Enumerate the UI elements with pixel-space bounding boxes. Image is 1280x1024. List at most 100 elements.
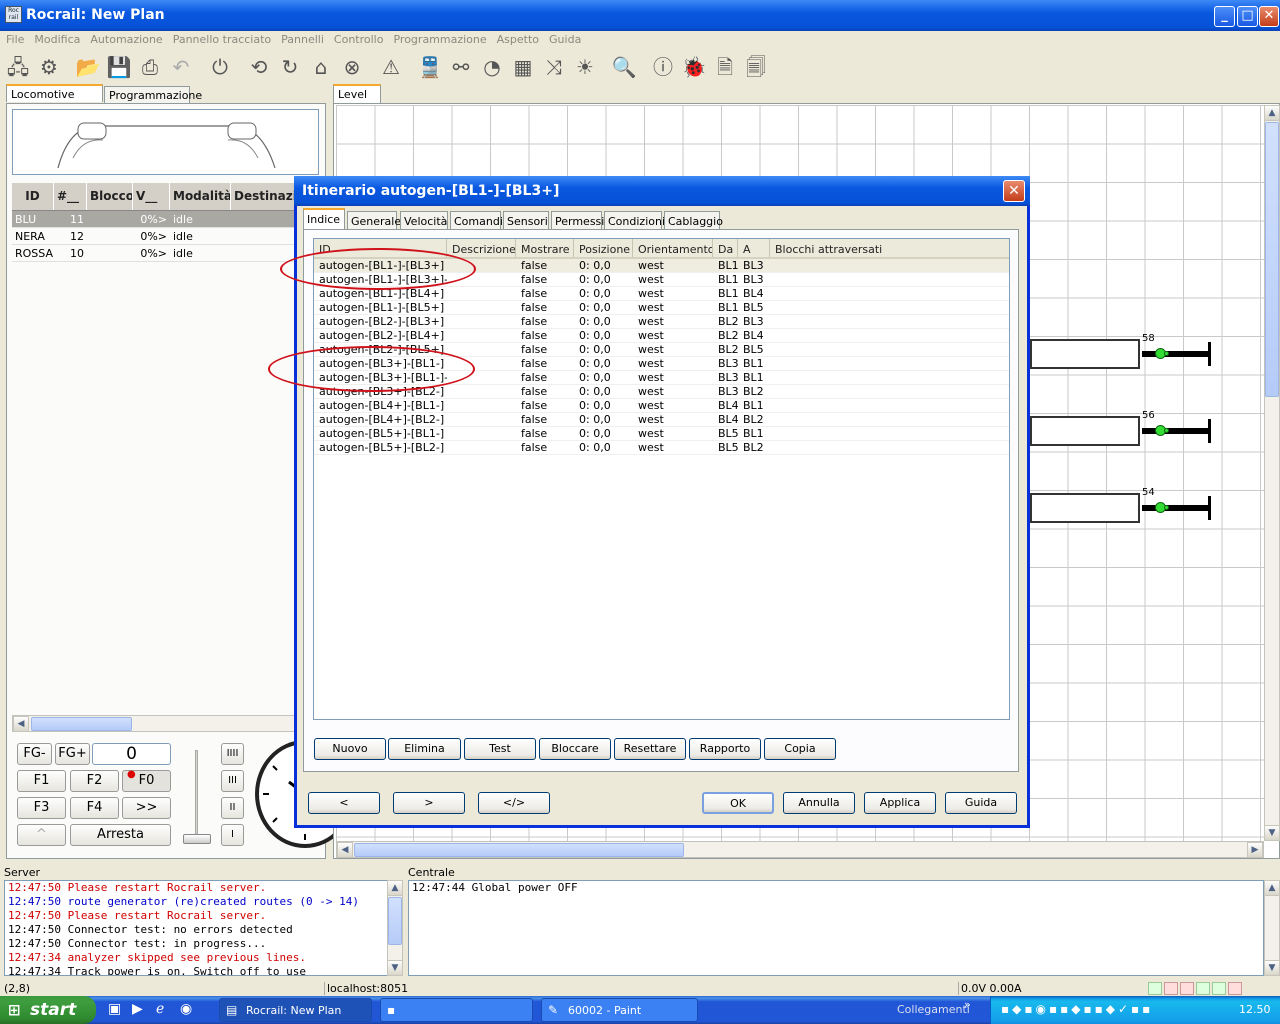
menu-file[interactable]: File bbox=[0, 31, 28, 46]
f1-button[interactable]: F1 bbox=[17, 770, 66, 792]
route-row[interactable]: autogen-[BL5+]-[BL1-] false 0: 0,0 west BL5 B… bbox=[314, 427, 1009, 441]
speed-step-2-button[interactable]: II bbox=[221, 797, 244, 819]
col-from[interactable]: Da bbox=[713, 239, 738, 257]
fg-minus-button[interactable]: FG- bbox=[17, 743, 52, 765]
col-position[interactable]: Posizione bbox=[574, 239, 633, 257]
dialog-title-bar[interactable]: Itinerario autogen-[BL1-]-[BL3+] ✕ bbox=[294, 176, 1030, 206]
delete-button[interactable]: Elimina bbox=[388, 738, 461, 760]
next-button[interactable]: > bbox=[393, 792, 465, 814]
scroll-right-icon[interactable]: ▶ bbox=[1247, 842, 1263, 858]
lock-button[interactable]: Bloccare bbox=[539, 738, 611, 760]
tab-level-0[interactable]: Level 0 bbox=[333, 84, 381, 114]
col-num[interactable]: #__ bbox=[54, 183, 87, 210]
scrollbar-thumb[interactable] bbox=[354, 843, 684, 857]
ok-button[interactable]: OK bbox=[702, 792, 774, 814]
cancel-button[interactable]: Annulla bbox=[783, 792, 855, 814]
previous-button[interactable]: < bbox=[308, 792, 380, 814]
col-description[interactable]: Descrizione bbox=[447, 239, 516, 257]
f4-button[interactable]: F4 bbox=[70, 797, 119, 819]
warning-icon[interactable]: ⚠ bbox=[377, 53, 405, 81]
minimize-button[interactable]: _ bbox=[1214, 6, 1235, 27]
stop-icon[interactable]: ⊗ bbox=[338, 53, 366, 81]
tab-active-locos[interactable]: Locomotive attive bbox=[6, 84, 103, 114]
f0-button[interactable]: ● F0 bbox=[122, 769, 171, 792]
xml-button[interactable]: </> bbox=[478, 792, 550, 814]
menu-panels[interactable]: Pannelli bbox=[275, 31, 328, 46]
speed-slider-thumb[interactable] bbox=[183, 834, 211, 844]
route-row[interactable]: autogen-[BL5+]-[BL2-] false 0: 0,0 west BL5 B… bbox=[314, 441, 1009, 455]
f3-button[interactable]: F3 bbox=[17, 797, 66, 819]
copy-button[interactable]: Copia bbox=[764, 738, 836, 760]
menu-edit[interactable]: Modifica bbox=[28, 31, 84, 46]
media-player-icon[interactable]: ▶ bbox=[132, 1001, 143, 1017]
apply-button[interactable]: Applica bbox=[864, 792, 936, 814]
browser-icon[interactable]: ℯ bbox=[156, 1001, 164, 1017]
scroll-down-icon[interactable]: ▼ bbox=[1264, 960, 1280, 976]
tab-index[interactable]: Indice bbox=[303, 208, 345, 230]
menu-plan-panel[interactable]: Pannello tracciato bbox=[167, 31, 275, 46]
scroll-left-icon[interactable]: ◀ bbox=[337, 842, 353, 858]
network-icon[interactable]: 🖧 bbox=[4, 53, 32, 81]
scroll-up-icon[interactable]: ▲ bbox=[1264, 105, 1280, 121]
title-bar[interactable]: Roc rail Rocrail: New Plan _ □ ✕ bbox=[0, 0, 1280, 31]
col-id[interactable]: ID bbox=[12, 183, 54, 210]
search-icon[interactable]: 🔍 bbox=[610, 53, 638, 81]
scroll-up-icon[interactable]: ▲ bbox=[1264, 880, 1280, 896]
menu-help[interactable]: Guida bbox=[543, 31, 585, 46]
scroll-left-icon[interactable]: ◀ bbox=[13, 716, 29, 732]
signal[interactable]: 54 bbox=[1142, 487, 1214, 520]
central-log[interactable]: 12:47:44 Global power OFF bbox=[408, 880, 1264, 976]
route-row[interactable]: autogen-[BL4+]-[BL1-] false 0: 0,0 west BL4 B… bbox=[314, 399, 1009, 413]
reset-button[interactable]: Resettare bbox=[614, 738, 686, 760]
gear-icon[interactable]: ⚙ bbox=[35, 53, 63, 81]
tab-programming[interactable]: Programmazione bbox=[104, 86, 202, 104]
report-button[interactable]: Rapporto bbox=[689, 738, 761, 760]
col-mode[interactable]: Modalità bbox=[170, 183, 231, 210]
bug-icon[interactable]: 🐞 bbox=[680, 53, 708, 81]
chevron-right-icon[interactable]: » bbox=[964, 998, 971, 1011]
fg-plus-button[interactable]: FG+ bbox=[55, 743, 90, 765]
home-icon[interactable]: ⌂ bbox=[307, 53, 335, 81]
save-icon[interactable]: 💾 bbox=[105, 53, 133, 81]
loco-table-scrollbar[interactable]: ◀ bbox=[12, 715, 295, 732]
menu-view[interactable]: Aspetto bbox=[491, 31, 543, 46]
route-row[interactable]: autogen-[BL4+]-[BL2-] false 0: 0,0 west BL4 B… bbox=[314, 413, 1009, 427]
menu-automation[interactable]: Automazione bbox=[84, 31, 166, 46]
turnout-icon[interactable]: ⚯ bbox=[447, 53, 475, 81]
loco-row[interactable]: BLU 11 0%> idle bbox=[12, 211, 326, 228]
tray-icons[interactable]: ▪◆▪◉▪▪◆▪▪◆✓▪▪ bbox=[1001, 1002, 1153, 1016]
speed-step-3-button[interactable]: III bbox=[221, 770, 244, 792]
close-button[interactable]: ✕ bbox=[1259, 6, 1279, 27]
speed-slider[interactable] bbox=[183, 750, 211, 846]
server-log-scrollbar[interactable]: ▲ ▼ bbox=[387, 880, 403, 976]
light-icon[interactable]: ☀ bbox=[571, 53, 599, 81]
pages-icon[interactable]: 🗐 bbox=[742, 53, 770, 81]
chrome-icon[interactable]: ◉ bbox=[180, 1001, 192, 1017]
refresh-icon[interactable]: ↻ bbox=[276, 53, 304, 81]
route-row[interactable]: autogen-[BL2-]-[BL3+] false 0: 0,0 west BL2 B… bbox=[314, 315, 1009, 329]
scrollbar-thumb[interactable] bbox=[1265, 122, 1279, 397]
speed-step-4-button[interactable]: IIII bbox=[221, 743, 244, 765]
tab-commands[interactable]: Comandi bbox=[450, 211, 503, 230]
f2-button[interactable]: F2 bbox=[70, 770, 119, 792]
task-console[interactable]: ▪ bbox=[380, 998, 533, 1022]
col-speed[interactable]: V__ bbox=[133, 183, 170, 210]
tab-sensors[interactable]: Sensori bbox=[503, 211, 549, 230]
maximize-button[interactable]: □ bbox=[1237, 6, 1258, 27]
document-icon[interactable]: 🗎 bbox=[711, 53, 739, 81]
col-blocks[interactable]: Blocchi attraversati bbox=[770, 239, 1009, 257]
power-icon[interactable]: ⏻ bbox=[206, 53, 234, 81]
gauge-icon[interactable]: ◔ bbox=[478, 53, 506, 81]
route-row[interactable]: autogen-[BL1-]-[BL4+] false 0: 0,0 west BL1 B… bbox=[314, 287, 1009, 301]
task-paint[interactable]: ✎ 60002 - Paint bbox=[541, 998, 698, 1022]
plan-vscrollbar[interactable]: ▲ ▼ bbox=[1264, 105, 1280, 841]
grid-icon[interactable]: ▦ bbox=[509, 53, 537, 81]
signal[interactable]: 58 bbox=[1142, 333, 1214, 366]
track-block[interactable] bbox=[1030, 416, 1140, 446]
loco-row[interactable]: ROSSA 10 0%> idle bbox=[12, 245, 326, 262]
route-row[interactable]: autogen-[BL1-]-[BL5+] false 0: 0,0 west BL1 B… bbox=[314, 301, 1009, 315]
central-log-scrollbar[interactable]: ▲ ▼ bbox=[1264, 880, 1280, 976]
tab-conditions[interactable]: Condizioni bbox=[604, 211, 665, 230]
loco-row[interactable]: NERA 12 0%> idle bbox=[12, 228, 326, 245]
links-toolbar[interactable]: Collegamenti bbox=[897, 1003, 970, 1016]
